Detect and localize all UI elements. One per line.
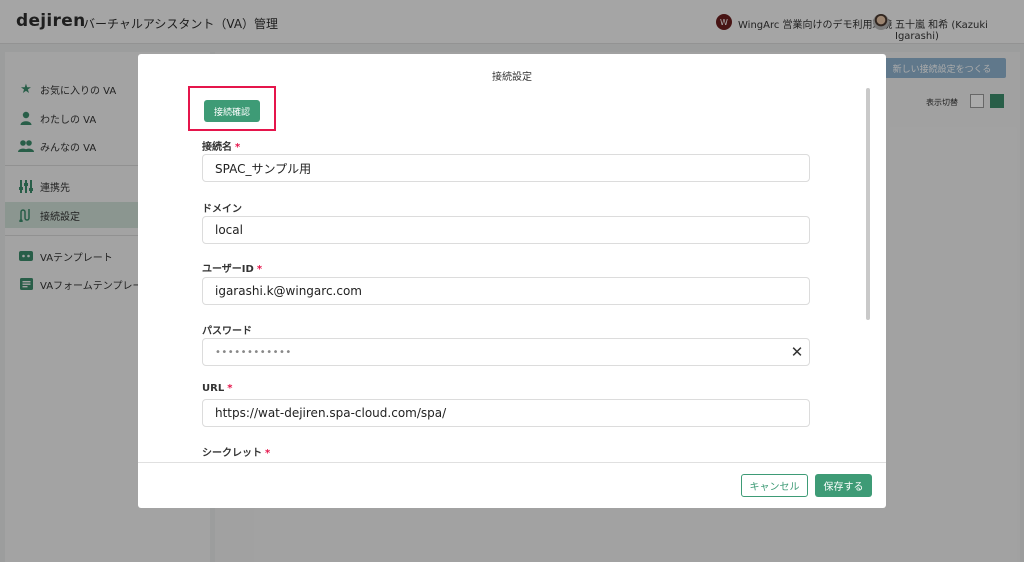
dialog-scrollbar[interactable] xyxy=(866,88,870,320)
dialog-title: 接続設定 xyxy=(492,72,532,83)
password-row: •••••••••••• ✕ xyxy=(138,338,886,366)
dialog-body: 接続設定 接続確認 接続名 * SPAC_サンプル用 ドメイン local ユーザ… xyxy=(138,54,886,462)
save-button[interactable]: 保存する xyxy=(815,474,872,497)
domain-input[interactable]: local xyxy=(202,216,810,244)
url-label-text: URL xyxy=(202,383,225,394)
connection-name-label-text: 接続名 xyxy=(202,142,232,153)
required-mark: * xyxy=(235,142,241,153)
user-id-input[interactable]: igarashi.k@wingarc.com xyxy=(202,277,810,305)
connection-name-label: 接続名 * xyxy=(202,138,240,153)
required-mark: * xyxy=(227,383,233,394)
connection-settings-dialog: 接続設定 接続確認 接続名 * SPAC_サンプル用 ドメイン local ユーザ… xyxy=(138,54,886,508)
domain-label: ドメイン xyxy=(202,200,242,215)
user-id-label-text: ユーザーID xyxy=(202,264,254,275)
cancel-button[interactable]: キャンセル xyxy=(741,474,808,497)
url-label: URL * xyxy=(202,383,232,394)
url-input[interactable]: https://wat-dejiren.spa-cloud.com/spa/ xyxy=(202,399,810,427)
password-label: パスワード xyxy=(202,322,252,337)
required-mark: * xyxy=(265,448,271,459)
check-connection-button[interactable]: 接続確認 xyxy=(204,100,260,122)
secret-label: シークレット * xyxy=(202,444,270,459)
domain-label-text: ドメイン xyxy=(202,204,242,215)
password-input[interactable]: •••••••••••• xyxy=(202,338,810,366)
required-mark: * xyxy=(256,264,263,275)
user-id-label: ユーザーID * xyxy=(202,260,262,275)
secret-label-text: シークレット xyxy=(202,448,262,459)
clear-icon[interactable]: ✕ xyxy=(789,338,805,366)
password-label-text: パスワード xyxy=(202,326,252,337)
connection-name-input[interactable]: SPAC_サンプル用 xyxy=(202,154,810,182)
